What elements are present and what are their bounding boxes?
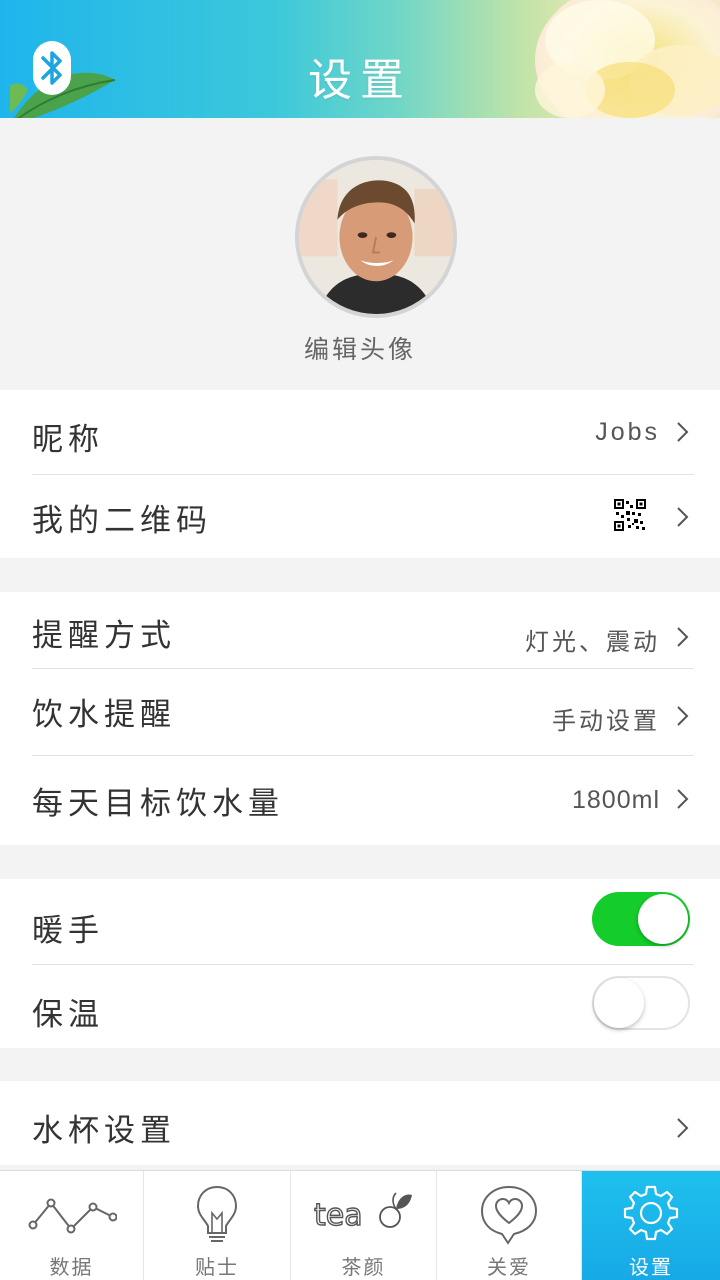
tab-tea[interactable]: tea 茶颜	[291, 1171, 437, 1280]
tab-settings[interactable]: 设置	[582, 1171, 720, 1280]
header-bar: 设置	[0, 0, 720, 118]
hand-warmer-row: 暖手	[0, 879, 720, 963]
tab-data[interactable]: 数据	[0, 1171, 144, 1280]
cup-section: 水杯设置	[0, 1081, 720, 1165]
account-section: 昵称 Jobs 我的二维码	[0, 390, 720, 558]
tab-label: 数据	[49, 1255, 94, 1279]
nickname-row[interactable]: 昵称 Jobs	[0, 390, 720, 474]
keep-warm-row: 保温	[0, 965, 720, 1048]
heart-bubble-icon	[437, 1183, 581, 1249]
toggle-knob	[594, 978, 644, 1028]
edit-avatar-label[interactable]: 编辑头像	[0, 330, 720, 366]
avatar-portrait	[299, 160, 453, 314]
chevron-right-icon	[674, 1117, 690, 1139]
drink-reminder-row[interactable]: 饮水提醒 手动设置	[0, 669, 720, 755]
tab-care[interactable]: 关爱	[437, 1171, 582, 1280]
tab-label: 设置	[629, 1255, 673, 1279]
nickname-label: 昵称	[32, 422, 104, 458]
tab-tips[interactable]: 贴士	[144, 1171, 291, 1280]
tab-label: 茶颜	[341, 1255, 386, 1279]
line-chart-icon	[0, 1183, 143, 1249]
chevron-right-icon	[674, 705, 690, 727]
tea-logo-icon: tea	[291, 1183, 436, 1249]
keep-warm-toggle[interactable]	[592, 976, 690, 1030]
drink-reminder-label: 饮水提醒	[32, 697, 176, 733]
lightbulb-icon	[144, 1183, 290, 1249]
chevron-right-icon	[674, 788, 690, 810]
daily-goal-label: 每天目标饮水量	[32, 786, 284, 822]
tab-label: 贴士	[195, 1255, 239, 1279]
chevron-right-icon	[674, 626, 690, 648]
toggle-knob	[638, 894, 688, 944]
daily-goal-value: 1800ml	[572, 786, 660, 814]
nickname-value: Jobs	[595, 418, 660, 446]
drink-reminder-value: 手动设置	[552, 707, 660, 735]
reminder-mode-value: 灯光、震动	[525, 628, 660, 656]
profile-area: 编辑头像	[0, 118, 720, 390]
chevron-right-icon	[674, 506, 690, 528]
cup-settings-row[interactable]: 水杯设置	[0, 1081, 720, 1165]
reminder-mode-row[interactable]: 提醒方式 灯光、震动	[0, 592, 720, 668]
tab-bar: 数据 贴士 tea 茶颜 关爱 设置	[0, 1170, 720, 1280]
tab-label: 关爱	[487, 1255, 531, 1279]
qrcode-label: 我的二维码	[32, 503, 212, 539]
keep-warm-label: 保温	[32, 997, 104, 1033]
cup-settings-label: 水杯设置	[32, 1113, 176, 1149]
gear-icon	[582, 1183, 720, 1249]
hand-warmer-toggle[interactable]	[592, 892, 690, 946]
page-title: 设置	[308, 55, 412, 106]
avatar[interactable]	[295, 156, 457, 318]
reminders-section: 提醒方式 灯光、震动 饮水提醒 手动设置 每天目标饮水量 1800ml	[0, 592, 720, 845]
hand-warmer-label: 暖手	[32, 913, 104, 949]
warmth-section: 暖手 保温	[0, 879, 720, 1048]
qrcode-row[interactable]: 我的二维码	[0, 475, 720, 558]
svg-text:tea: tea	[314, 1198, 363, 1233]
qr-code-icon	[614, 499, 646, 531]
daily-goal-row[interactable]: 每天目标饮水量 1800ml	[0, 756, 720, 845]
chevron-right-icon	[674, 421, 690, 443]
reminder-mode-label: 提醒方式	[32, 618, 176, 654]
